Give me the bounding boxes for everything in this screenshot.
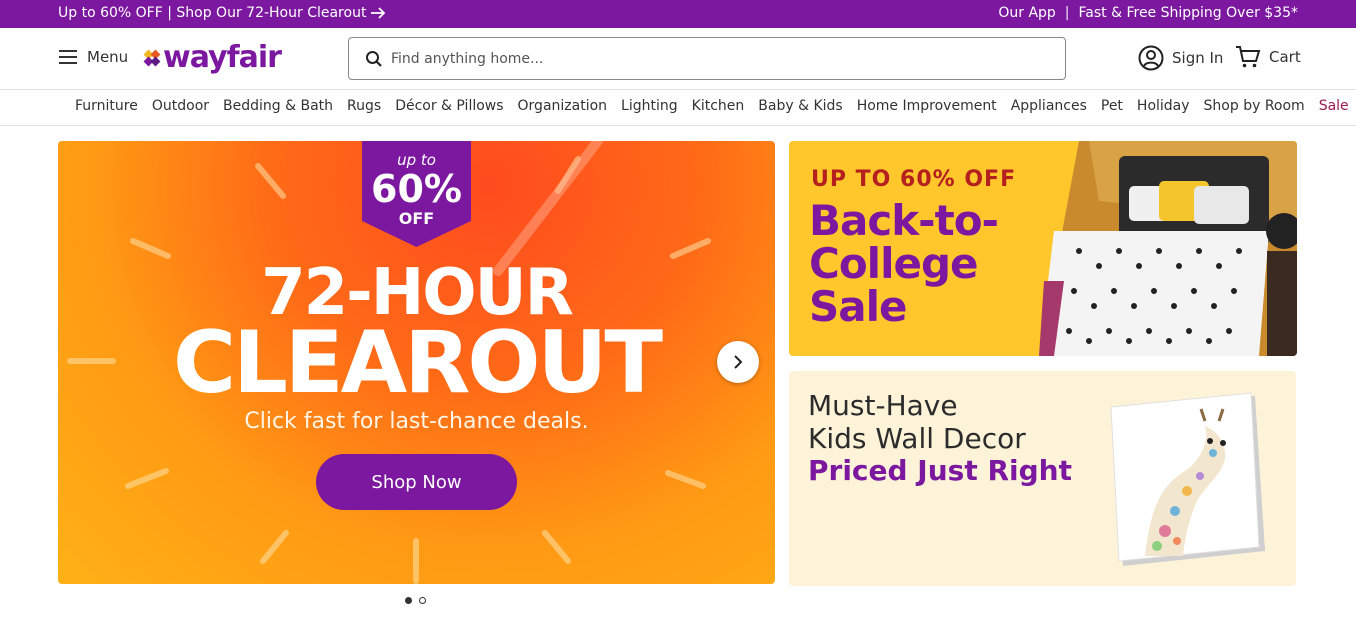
wayfair-logo[interactable]: wayfair	[141, 40, 282, 75]
card1-title: Back-to- College Sale	[809, 196, 999, 331]
chevron-right-icon	[734, 355, 743, 369]
nav-baby-kids[interactable]: Baby & Kids	[758, 98, 842, 114]
card2-line2: Kids Wall Decor	[808, 422, 1026, 455]
menu-button[interactable]: Menu	[58, 48, 128, 66]
promo-bar: Up to 60% OFF | Shop Our 72-Hour Clearou…	[0, 0, 1356, 28]
badge-percent: 60%	[371, 167, 462, 211]
hamburger-icon	[59, 50, 77, 64]
nav-organization[interactable]: Organization	[518, 98, 608, 114]
nav-rugs[interactable]: Rugs	[347, 98, 381, 114]
logo-wordmark: wayfair	[163, 40, 282, 75]
cart-button[interactable]: Cart	[1235, 45, 1301, 69]
nav-outdoor[interactable]: Outdoor	[152, 98, 209, 114]
category-nav: Furniture Outdoor Bedding & Bath Rugs Dé…	[0, 90, 1356, 126]
discount-badge-text: up to 60% OFF	[362, 151, 471, 228]
search-input[interactable]	[391, 50, 1031, 67]
sign-in-button[interactable]: Sign In	[1138, 45, 1223, 71]
promo-clearout-link[interactable]: Up to 60% OFF | Shop Our 72-Hour Clearou…	[58, 5, 386, 21]
carousel-dot-1[interactable]	[405, 597, 412, 604]
nav-decor-pillows[interactable]: Décor & Pillows	[395, 98, 503, 114]
nav-holiday[interactable]: Holiday	[1137, 98, 1190, 114]
nav-kitchen[interactable]: Kitchen	[692, 98, 745, 114]
promo-card-back-to-college[interactable]: UP TO 60% OFF Back-to- College Sale	[789, 141, 1297, 356]
carousel-next-button[interactable]	[717, 341, 759, 383]
nav-lighting[interactable]: Lighting	[621, 98, 678, 114]
nav-appliances[interactable]: Appliances	[1011, 98, 1087, 114]
nav-shop-by-room[interactable]: Shop by Room	[1204, 98, 1305, 114]
nav-furniture[interactable]: Furniture	[75, 98, 138, 114]
card1-title-line3: Sale	[809, 282, 907, 331]
nav-home-improvement[interactable]: Home Improvement	[857, 98, 997, 114]
promo-card-kids-wall-decor[interactable]: Must-Have Kids Wall Decor Priced Just Ri…	[789, 371, 1296, 586]
card1-title-line2: College	[809, 239, 979, 288]
giraffe-canvas-image	[1110, 392, 1265, 566]
carousel-dots	[405, 597, 426, 604]
our-app-link[interactable]: Our App	[998, 5, 1055, 21]
arrow-right-icon	[371, 7, 386, 19]
badge-off: OFF	[398, 209, 435, 228]
promo-clearout-text: Up to 60% OFF | Shop Our 72-Hour Clearou…	[58, 5, 367, 21]
search-icon[interactable]	[365, 50, 383, 68]
carousel-dot-2[interactable]	[419, 597, 426, 604]
nav-sale[interactable]: Sale	[1319, 98, 1349, 114]
promo-divider: |	[1064, 5, 1070, 21]
card2-line3: Priced Just Right	[808, 454, 1072, 487]
free-shipping-link[interactable]: Fast & Free Shipping Over $35*	[1079, 5, 1298, 21]
card1-title-line1: Back-to-	[809, 196, 999, 245]
site-header: Menu wayfair Sign In Cart	[0, 28, 1356, 90]
promo-right-links: Our App | Fast & Free Shipping Over $35*	[998, 5, 1298, 21]
account-icon	[1138, 45, 1164, 71]
search-bar[interactable]	[348, 37, 1066, 80]
hero-banner[interactable]: up to 60% OFF 72-HOUR CLEAROUT Click fas…	[58, 141, 775, 584]
sign-in-label: Sign In	[1172, 49, 1224, 67]
card1-kicker: UP TO 60% OFF	[811, 167, 1017, 192]
card2-line1: Must-Have	[808, 389, 958, 422]
shop-now-button[interactable]: Shop Now	[316, 454, 517, 510]
nav-pet[interactable]: Pet	[1101, 98, 1123, 114]
nav-bedding-bath[interactable]: Bedding & Bath	[223, 98, 333, 114]
cart-icon	[1236, 46, 1261, 68]
hero-subtitle: Click fast for last-chance deals.	[244, 409, 589, 434]
cart-label: Cart	[1269, 48, 1301, 66]
menu-label: Menu	[87, 48, 129, 66]
hero-title-line2: CLEAROUT	[172, 313, 663, 413]
logo-mark-icon	[143, 49, 161, 66]
